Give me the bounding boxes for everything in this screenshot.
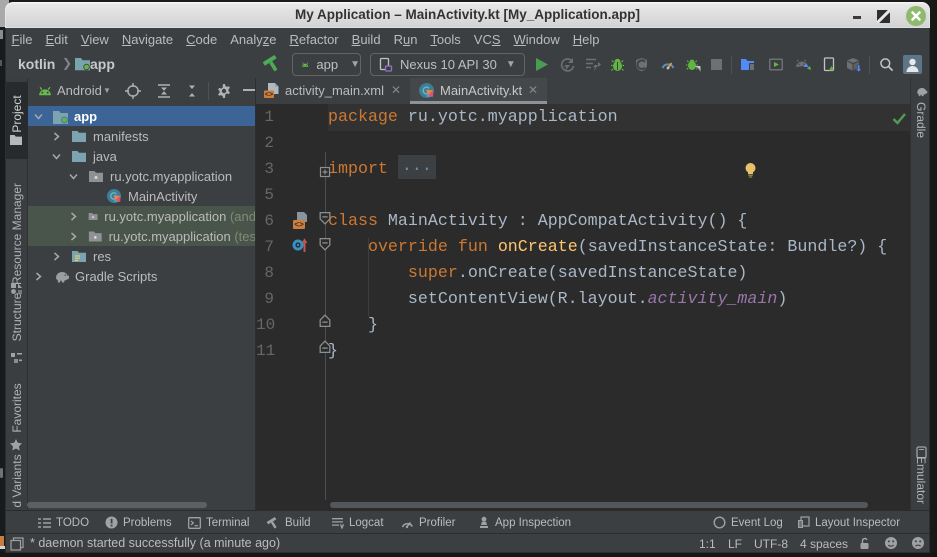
svg-text:<>: <>	[294, 221, 304, 230]
svg-text:<>: <>	[265, 92, 273, 100]
